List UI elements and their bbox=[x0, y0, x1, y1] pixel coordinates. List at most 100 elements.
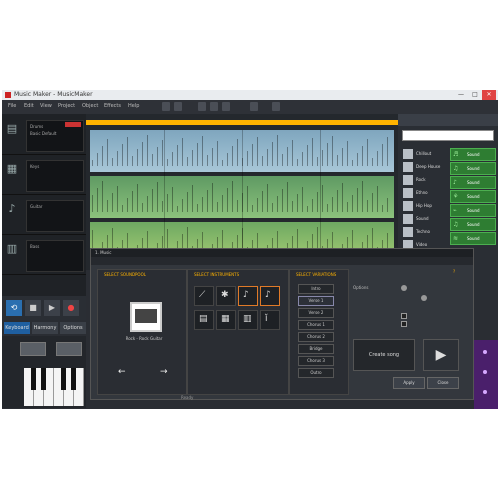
next-arrow-icon[interactable]: → bbox=[160, 368, 172, 377]
close-button[interactable]: ✕ bbox=[482, 90, 496, 100]
variation-item[interactable]: Outro bbox=[298, 368, 334, 378]
piano-key[interactable] bbox=[61, 368, 66, 390]
piano-keyboard[interactable] bbox=[24, 368, 84, 406]
track-header-bass[interactable]: ▥ Bass bbox=[2, 234, 86, 275]
instrument-button[interactable]: ⌁ Sound bbox=[450, 204, 496, 217]
loop-button[interactable]: ⟲ bbox=[6, 300, 22, 316]
menu-help[interactable]: Help bbox=[128, 103, 139, 109]
track-header-drums[interactable]: ▤ Drums Basic Default bbox=[2, 114, 86, 155]
grid-icon[interactable] bbox=[272, 102, 280, 111]
list-item[interactable]: Techno bbox=[402, 226, 448, 238]
instrument-cell[interactable]: ♪ bbox=[260, 286, 280, 306]
piano-key[interactable] bbox=[71, 368, 76, 390]
style-list: Chillout Deep House Rock Ethno Hip Hop S… bbox=[402, 148, 448, 256]
list-item[interactable]: Chillout bbox=[402, 148, 448, 160]
column-heading: SELECT SOUNDPOOL bbox=[104, 272, 146, 277]
cut-icon[interactable] bbox=[198, 102, 206, 111]
variation-item[interactable]: Intro bbox=[298, 284, 334, 294]
paste-icon[interactable] bbox=[222, 102, 230, 111]
waveform-peak bbox=[377, 151, 378, 166]
bar-gridline bbox=[320, 130, 321, 264]
variation-item[interactable]: Chorus 2 bbox=[298, 332, 334, 342]
instrument-cell[interactable]: ▦ bbox=[216, 310, 236, 330]
record-button[interactable]: ● bbox=[63, 300, 79, 316]
copy-icon[interactable] bbox=[210, 102, 218, 111]
list-item[interactable]: Deep House bbox=[402, 161, 448, 173]
waveform-peak bbox=[222, 195, 223, 212]
redo-icon[interactable] bbox=[174, 102, 182, 111]
option-checkbox[interactable] bbox=[401, 313, 407, 319]
search-input[interactable] bbox=[402, 130, 494, 141]
track-header-keys[interactable]: ▦ Keys bbox=[2, 154, 86, 195]
menu-project[interactable]: Project bbox=[58, 103, 75, 109]
waveform-peak bbox=[337, 190, 338, 212]
instrument-cell[interactable]: ǐ bbox=[260, 310, 280, 330]
piano-key[interactable] bbox=[31, 368, 36, 390]
waveform-peak bbox=[277, 135, 278, 166]
stop-button[interactable]: ■ bbox=[25, 300, 41, 316]
variation-item[interactable]: Verse 2 bbox=[298, 308, 334, 318]
style-image[interactable] bbox=[130, 302, 162, 332]
apply-button[interactable]: Apply bbox=[393, 377, 425, 389]
instrument-cell[interactable]: ▥ bbox=[238, 310, 258, 330]
panel-tabs[interactable] bbox=[398, 114, 498, 126]
length-knob[interactable] bbox=[421, 295, 427, 301]
prev-arrow-icon[interactable]: ← bbox=[118, 368, 130, 377]
waveform-peak bbox=[262, 156, 263, 166]
track-header-guitar[interactable]: ♪ Guitar bbox=[2, 194, 86, 235]
instrument-button[interactable]: ≋ Sound bbox=[450, 232, 496, 245]
tab-options[interactable]: Options bbox=[60, 322, 86, 334]
create-song-button[interactable]: Create song bbox=[353, 339, 415, 371]
instrument-cell[interactable]: ⟋ bbox=[194, 286, 214, 306]
menu-effects[interactable]: Effects bbox=[104, 103, 121, 109]
menu-view[interactable]: View bbox=[40, 103, 52, 109]
tab-keyboard[interactable]: Keyboard bbox=[4, 322, 30, 334]
strip-dot-icon[interactable] bbox=[483, 350, 487, 354]
instrument-button[interactable]: ⚘ Sound bbox=[450, 190, 496, 203]
list-item[interactable]: Hip Hop bbox=[402, 200, 448, 212]
list-item[interactable]: Sound bbox=[402, 213, 448, 225]
instrument-button[interactable]: ♫ Sound bbox=[450, 218, 496, 231]
menu-object[interactable]: Object bbox=[82, 103, 98, 109]
play-button[interactable]: ▶ bbox=[44, 300, 60, 316]
strip-dot-icon[interactable] bbox=[483, 370, 487, 374]
tempo-knob[interactable] bbox=[401, 285, 407, 291]
column-heading: SELECT INSTRUMENTS bbox=[194, 272, 240, 277]
zoom-icon[interactable] bbox=[250, 102, 258, 111]
timeline-ruler[interactable] bbox=[86, 120, 398, 125]
waveform-peak bbox=[127, 137, 128, 166]
instrument-cell[interactable]: ▤ bbox=[194, 310, 214, 330]
arrangement-area[interactable] bbox=[86, 114, 398, 270]
variation-item[interactable]: Bridge bbox=[298, 344, 334, 354]
octave-down-button[interactable] bbox=[20, 342, 46, 356]
strip-dot-icon[interactable] bbox=[483, 390, 487, 394]
octave-up-button[interactable] bbox=[56, 342, 82, 356]
help-icon[interactable]: ? bbox=[453, 269, 455, 274]
piano-key[interactable] bbox=[41, 368, 46, 390]
tab-harmony[interactable]: Harmony bbox=[32, 322, 58, 334]
menu-edit[interactable]: Edit bbox=[24, 103, 34, 109]
waveform-peak bbox=[127, 198, 128, 212]
waveform-peak bbox=[167, 159, 168, 166]
minimize-button[interactable]: — bbox=[454, 90, 468, 100]
option-checkbox[interactable] bbox=[401, 321, 407, 327]
track-box: Drums Basic Default bbox=[26, 120, 84, 152]
list-item[interactable]: Rock bbox=[402, 174, 448, 186]
variation-item[interactable]: Chorus 3 bbox=[298, 356, 334, 366]
variation-item[interactable]: Chorus 1 bbox=[298, 320, 334, 330]
instrument-button[interactable]: ♫ Sound bbox=[450, 162, 496, 175]
menu-file[interactable]: File bbox=[8, 103, 16, 109]
record-arm-button[interactable] bbox=[65, 122, 81, 127]
instrument-cell[interactable]: ♪ bbox=[238, 286, 258, 306]
instrument-button[interactable]: ♬ Sound bbox=[450, 148, 496, 161]
waveform-peak bbox=[282, 154, 283, 166]
list-item[interactable]: Ethno bbox=[402, 187, 448, 199]
maximize-button[interactable]: □ bbox=[468, 90, 482, 100]
undo-icon[interactable] bbox=[162, 102, 170, 111]
variation-item[interactable]: Verse 1 bbox=[298, 296, 334, 306]
instrument-cell[interactable]: ✱ bbox=[216, 286, 236, 306]
instrument-button[interactable]: ♪ Sound bbox=[450, 176, 496, 189]
app-logo-icon bbox=[5, 92, 11, 98]
preview-play-button[interactable]: ▶ bbox=[423, 339, 459, 371]
close-dialog-button[interactable]: Close bbox=[427, 377, 459, 389]
